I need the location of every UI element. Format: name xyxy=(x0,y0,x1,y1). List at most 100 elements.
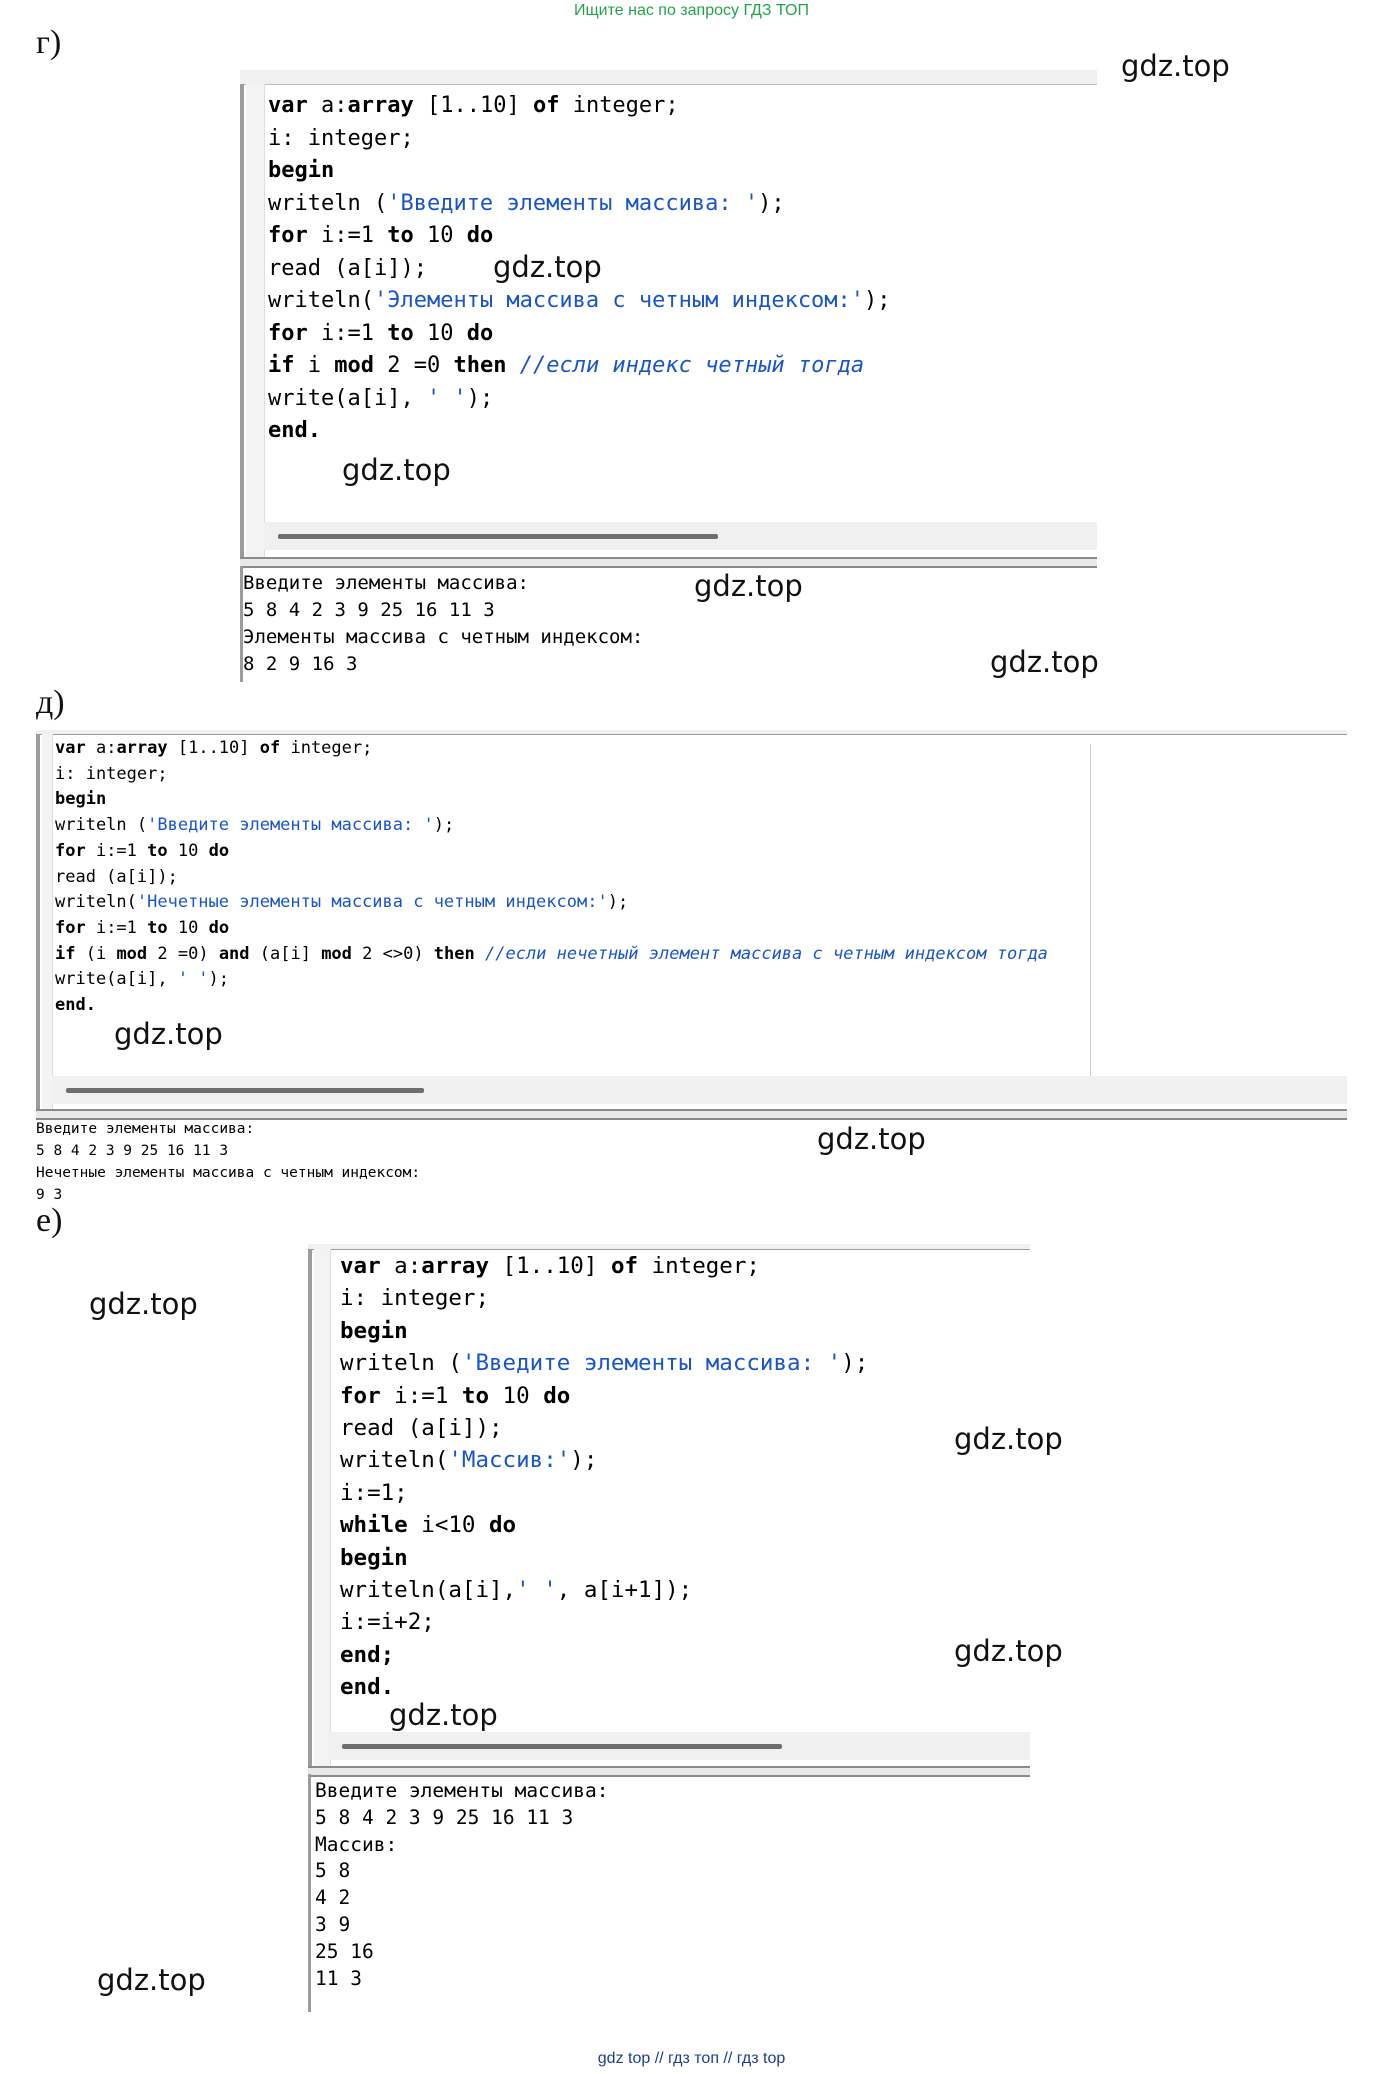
code-editor-g: var a:array [1..10] of integer; i: intege… xyxy=(240,70,1097,568)
code-keyword: of xyxy=(610,1253,639,1279)
code-line: if (i mod 2 =0) and (a[i] mod 2 <>0) the… xyxy=(55,942,1048,968)
panel-splitter[interactable] xyxy=(240,557,1097,568)
output-line: 8 2 9 16 3 xyxy=(243,653,358,675)
code-keyword: begin xyxy=(340,1544,408,1571)
horizontal-scrollbar[interactable] xyxy=(52,1076,1347,1104)
output-line: 3 9 xyxy=(315,1912,351,1936)
horizontal-scrollbar[interactable] xyxy=(264,522,1097,550)
code-keyword: var xyxy=(340,1253,381,1279)
code-keyword: begin xyxy=(340,1317,408,1344)
watermark: gdz.top xyxy=(342,453,451,487)
code-keyword: to xyxy=(387,320,414,346)
code-keyword: for xyxy=(55,840,86,861)
code-keyword: of xyxy=(532,93,560,118)
scrollbar-thumb[interactable] xyxy=(342,1744,782,1749)
code-line: writeln('Массив:'); xyxy=(340,1444,868,1476)
watermark: gdz.top xyxy=(114,1017,223,1051)
code-token: writeln ( xyxy=(340,1350,462,1377)
code-token: read (a[i]); xyxy=(340,1415,503,1442)
code-keyword: mod xyxy=(116,943,148,964)
footer-banner: gdz top // гдз топ // гдз top xyxy=(597,2050,786,2067)
code-string: ' ' xyxy=(516,1577,557,1604)
code-keyword: do xyxy=(208,840,230,861)
code-token: writeln(a[i], xyxy=(340,1577,517,1604)
code-token: 10 xyxy=(413,223,467,248)
code-line: write(a[i], ' '); xyxy=(55,967,1048,993)
output-line: Введите элементы массива: xyxy=(315,1779,609,1802)
editor-gutter xyxy=(246,84,265,566)
output-line: 5 8 4 2 3 9 25 16 11 3 xyxy=(243,599,495,621)
code-line: writeln('Нечетные элементы массива с чет… xyxy=(55,890,1048,916)
code-line: while i<10 do xyxy=(340,1509,868,1541)
code-line: writeln('Элементы массива с четным индек… xyxy=(268,285,891,318)
editor-column-divider xyxy=(1090,744,1091,1076)
output-line: 11 3 xyxy=(315,1966,362,1990)
watermark: gdz.top xyxy=(990,645,1099,679)
code-token: [1..10] xyxy=(167,738,260,758)
editor-top-bar xyxy=(36,730,1347,735)
code-listing-e: var a:array [1..10] of integer; i: intege… xyxy=(340,1250,868,1704)
code-token: 2 =0 xyxy=(374,353,454,378)
code-line: i: integer; xyxy=(268,123,891,156)
code-line: read (a[i]); xyxy=(55,865,1048,891)
code-token: i:=1 xyxy=(307,223,388,248)
code-line: writeln ('Введите элементы массива: '); xyxy=(55,813,1048,839)
scrollbar-thumb[interactable] xyxy=(278,534,718,539)
code-comment: //если индекс четный тогда xyxy=(519,353,865,378)
watermark: gdz.top xyxy=(1121,49,1230,83)
editor-left-border xyxy=(308,1249,312,1774)
watermark: gdz.top xyxy=(694,569,803,603)
horizontal-scrollbar[interactable] xyxy=(328,1732,1030,1760)
code-keyword: then xyxy=(433,943,475,964)
code-token: writeln( xyxy=(340,1447,449,1474)
code-token: a: xyxy=(307,93,348,118)
panel-splitter[interactable] xyxy=(308,1766,1030,1777)
code-keyword: mod xyxy=(321,943,352,964)
code-keyword: to xyxy=(387,223,414,248)
code-line: read (a[i]); xyxy=(340,1412,868,1444)
code-token: ); xyxy=(208,969,230,990)
code-keyword: for xyxy=(268,320,308,346)
code-string: 'Нечетные элементы массива с четным инде… xyxy=(136,892,608,913)
code-editor-e: var a:array [1..10] of integer; i: intege… xyxy=(308,1244,1030,1777)
output-panel-d: Введите элементы массива: 5 8 4 2 3 9 25 … xyxy=(36,1118,420,1206)
code-token: ); xyxy=(864,288,891,313)
code-keyword: for xyxy=(55,917,86,938)
code-line: end. xyxy=(268,415,891,448)
code-line: i:=1; xyxy=(340,1477,868,1509)
output-line: 4 2 xyxy=(315,1886,351,1910)
code-token: ); xyxy=(433,815,455,836)
code-token: i: integer; xyxy=(340,1285,490,1312)
code-string: ' ' xyxy=(177,969,209,990)
code-keyword: end; xyxy=(340,1641,395,1668)
watermark: gdz.top xyxy=(954,1634,1063,1668)
code-keyword: to xyxy=(147,840,168,861)
code-token: i xyxy=(294,353,335,378)
code-keyword: to xyxy=(147,917,168,938)
code-token: 10 xyxy=(167,917,209,938)
code-line: var a:array [1..10] of integer; xyxy=(55,736,1048,762)
code-line: write(a[i], ' '); xyxy=(268,383,891,416)
code-comment: //если нечетный элемент массива с четным… xyxy=(485,943,1048,964)
editor-top-bar xyxy=(240,70,1097,85)
code-token: i:=i+2; xyxy=(340,1609,435,1636)
code-keyword: end. xyxy=(268,418,321,443)
code-token: integer; xyxy=(280,738,373,758)
scrollbar-thumb[interactable] xyxy=(66,1088,424,1093)
code-string: 'Элементы массива с четным индексом:' xyxy=(373,288,865,313)
code-keyword: do xyxy=(543,1382,571,1409)
editor-gutter xyxy=(42,734,53,1118)
code-token: 10 xyxy=(413,320,467,346)
code-token: i:=1 xyxy=(307,320,388,346)
code-line: if i mod 2 =0 then //если индекс четный … xyxy=(268,350,891,383)
output-panel-g: Введите элементы массива: 5 8 4 2 3 9 25 … xyxy=(243,570,643,678)
section-letter-d: д) xyxy=(36,684,65,721)
code-token: [1..10] xyxy=(413,93,533,118)
code-token: integer; xyxy=(638,1253,760,1279)
output-line: Элементы массива с четным индексом: xyxy=(243,626,644,648)
code-token: i: integer; xyxy=(55,763,168,784)
code-token: 2 <>0) xyxy=(351,943,434,964)
code-token: i:=1 xyxy=(85,917,148,938)
code-keyword: for xyxy=(268,223,308,248)
